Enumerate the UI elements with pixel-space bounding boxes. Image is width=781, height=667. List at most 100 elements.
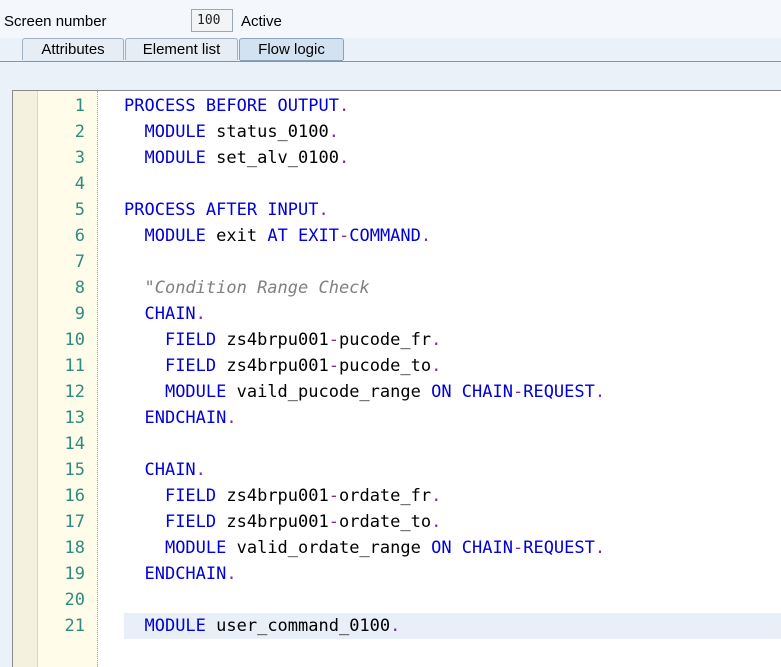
code-line[interactable]: 3 MODULE set_alv_0100. <box>13 145 781 171</box>
identifier-token <box>124 538 165 558</box>
identifier-token: ordate_fr <box>338 486 432 506</box>
code-line[interactable]: 7 <box>13 249 781 275</box>
line-number: 14 <box>64 434 85 454</box>
identifier-token <box>124 564 144 584</box>
keyword-token: FIELD <box>164 356 217 376</box>
keyword-token: MODULE <box>144 122 206 142</box>
keyword-token: ON CHAIN <box>431 382 513 402</box>
identifier-token: zs4brpu001 <box>216 512 329 532</box>
identifier-token: user_command_0100 <box>205 616 391 636</box>
code-lines: 1 PROCESS BEFORE OUTPUT. 2 MODULE status_0… <box>13 93 781 639</box>
punctuation-token: . <box>390 616 401 636</box>
identifier-token: vaild_pucode_range <box>226 382 432 402</box>
code-text: MODULE set_alv_0100. <box>124 145 349 171</box>
keyword-token: REQUEST <box>523 382 595 402</box>
line-number: 2 <box>74 122 85 142</box>
punctuation-token: . <box>338 96 350 116</box>
punctuation-token: - <box>338 226 350 246</box>
punctuation-token: . <box>328 122 339 142</box>
code-line[interactable]: 21 MODULE user_command_0100. <box>13 613 781 639</box>
code-line[interactable]: 19 ENDCHAIN. <box>13 561 781 587</box>
code-line[interactable]: 10 FIELD zs4brpu001-pucode_fr. <box>13 327 781 353</box>
identifier-token: pucode_to <box>338 356 432 376</box>
identifier-token <box>124 486 165 506</box>
screen-header: Screen number 100 Active <box>0 0 781 38</box>
punctuation-token: . <box>594 538 606 558</box>
line-number: 5 <box>74 200 85 220</box>
keyword-token: ON CHAIN <box>431 538 513 558</box>
code-line[interactable]: 8 "Condition Range Check <box>13 275 781 301</box>
punctuation-token: . <box>431 512 442 532</box>
tab-label: Attributes <box>41 41 105 58</box>
identifier-token: zs4brpu001 <box>216 356 329 376</box>
identifier-token: pucode_fr <box>338 330 432 350</box>
comment-token: "Condition Range Check <box>144 278 370 298</box>
identifier-token <box>124 122 144 142</box>
keyword-token: COMMAND <box>349 226 421 246</box>
line-number: 3 <box>74 148 85 168</box>
keyword-token: FIELD <box>164 486 217 506</box>
code-line[interactable]: 20 <box>13 587 781 613</box>
identifier-token <box>124 512 165 532</box>
code-line[interactable]: 17 FIELD zs4brpu001-ordate_to. <box>13 509 781 535</box>
code-line[interactable]: 18 MODULE valid_ordate_range ON CHAIN-RE… <box>13 535 781 561</box>
code-line[interactable]: 6 MODULE exit AT EXIT-COMMAND. <box>13 223 781 249</box>
keyword-token: MODULE <box>164 382 227 402</box>
code-text: CHAIN. <box>124 301 206 327</box>
punctuation-token: - <box>328 512 339 532</box>
tab-element-list[interactable]: Element list <box>125 38 238 63</box>
code-text: PROCESS BEFORE OUTPUT. <box>124 93 349 119</box>
code-line[interactable]: 4 <box>13 171 781 197</box>
code-line[interactable]: 11 FIELD zs4brpu001-pucode_to. <box>13 353 781 379</box>
tab-flow-logic[interactable]: Flow logic <box>239 38 344 63</box>
line-number: 1 <box>74 96 85 116</box>
line-number: 8 <box>74 278 85 298</box>
identifier-token <box>124 616 144 636</box>
code-line[interactable]: 14 <box>13 431 781 457</box>
punctuation-token: . <box>226 564 237 584</box>
keyword-token: MODULE <box>164 538 227 558</box>
line-number: 20 <box>64 590 85 610</box>
line-number: 11 <box>64 356 85 376</box>
punctuation-token: . <box>594 382 606 402</box>
code-line[interactable]: 9 CHAIN. <box>13 301 781 327</box>
code-line[interactable]: 13 ENDCHAIN. <box>13 405 781 431</box>
code-editor[interactable]: 1 PROCESS BEFORE OUTPUT. 2 MODULE status_0… <box>12 90 781 667</box>
identifier-token <box>124 460 144 480</box>
punctuation-token: . <box>195 304 206 324</box>
punctuation-token: . <box>431 486 442 506</box>
line-number: 16 <box>64 486 85 506</box>
keyword-token: REQUEST <box>523 538 595 558</box>
code-text: FIELD zs4brpu001-pucode_fr. <box>124 327 441 353</box>
code-line[interactable]: 12 MODULE vaild_pucode_range ON CHAIN-RE… <box>13 379 781 405</box>
identifier-token: exit <box>205 226 268 246</box>
code-text: MODULE user_command_0100. <box>124 613 400 639</box>
keyword-token: MODULE <box>144 148 206 168</box>
code-text: FIELD zs4brpu001-pucode_to. <box>124 353 441 379</box>
identifier-token <box>124 278 144 298</box>
punctuation-token: . <box>431 330 442 350</box>
keyword-token: FIELD <box>164 512 217 532</box>
identifier-token: zs4brpu001 <box>216 330 329 350</box>
code-line[interactable]: 1 PROCESS BEFORE OUTPUT. <box>13 93 781 119</box>
screen-status-text: Active <box>241 13 282 30</box>
line-number: 18 <box>64 538 85 558</box>
code-line[interactable]: 16 FIELD zs4brpu001-ordate_fr. <box>13 483 781 509</box>
line-number: 10 <box>64 330 85 350</box>
tab-strip: Attributes Element list Flow logic <box>0 38 781 63</box>
code-line[interactable]: 5 PROCESS AFTER INPUT. <box>13 197 781 223</box>
punctuation-token: . <box>431 356 442 376</box>
punctuation-token: - <box>512 538 524 558</box>
keyword-token: ENDCHAIN <box>144 408 227 428</box>
keyword-token: ENDCHAIN <box>144 564 227 584</box>
code-text: MODULE exit AT EXIT-COMMAND. <box>124 223 431 249</box>
tab-label: Flow logic <box>258 41 325 58</box>
line-number: 12 <box>64 382 85 402</box>
tab-attributes[interactable]: Attributes <box>22 38 124 63</box>
code-line[interactable]: 2 MODULE status_0100. <box>13 119 781 145</box>
identifier-token <box>124 304 144 324</box>
punctuation-token: . <box>195 460 206 480</box>
identifier-token: valid_ordate_range <box>226 538 432 558</box>
code-line[interactable]: 15 CHAIN. <box>13 457 781 483</box>
screen-number-field[interactable]: 100 <box>191 9 233 32</box>
